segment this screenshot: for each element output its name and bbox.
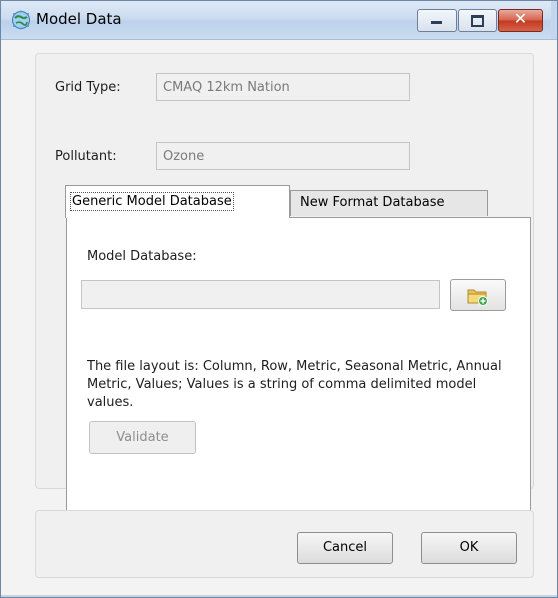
grid-type-field: CMAQ 12km Nation xyxy=(156,73,410,101)
tab-new-format-label: New Format Database xyxy=(300,195,445,210)
file-layout-description: The file layout is: Column, Row, Metric,… xyxy=(87,359,502,410)
minimize-button[interactable] xyxy=(417,9,457,32)
model-data-window: Model Data ✕ Grid Type: CMAQ 12km Nation… xyxy=(0,0,558,598)
browse-button[interactable] xyxy=(450,279,506,311)
pollutant-label: Pollutant: xyxy=(55,149,117,164)
folder-add-icon xyxy=(467,289,488,306)
title-bar-edge xyxy=(551,1,557,39)
window-bottom-edge xyxy=(1,595,557,597)
pollutant-field: Ozone xyxy=(156,142,410,170)
tab-generic-label: Generic Model Database xyxy=(70,192,234,211)
minimize-icon xyxy=(431,21,442,24)
maximize-icon xyxy=(471,15,484,27)
model-database-input[interactable] xyxy=(81,280,440,309)
title-bar[interactable]: Model Data ✕ xyxy=(1,1,557,40)
globe-app-icon xyxy=(12,10,30,30)
validate-button[interactable]: Validate xyxy=(89,421,196,454)
maximize-button[interactable] xyxy=(458,9,497,32)
grid-type-label: Grid Type: xyxy=(55,80,121,95)
tab-new-format-database[interactable]: New Format Database xyxy=(290,190,488,216)
model-database-label: Model Database: xyxy=(87,249,197,264)
window-title: Model Data xyxy=(36,10,122,28)
ok-button[interactable]: OK xyxy=(421,532,517,564)
dialog-client-area: Grid Type: CMAQ 12km Nation Pollutant: O… xyxy=(1,40,557,597)
close-icon: ✕ xyxy=(513,9,528,28)
tab-generic-model-database[interactable]: Generic Model Database xyxy=(65,185,290,218)
cancel-button[interactable]: Cancel xyxy=(297,532,393,564)
close-button[interactable]: ✕ xyxy=(498,9,543,32)
